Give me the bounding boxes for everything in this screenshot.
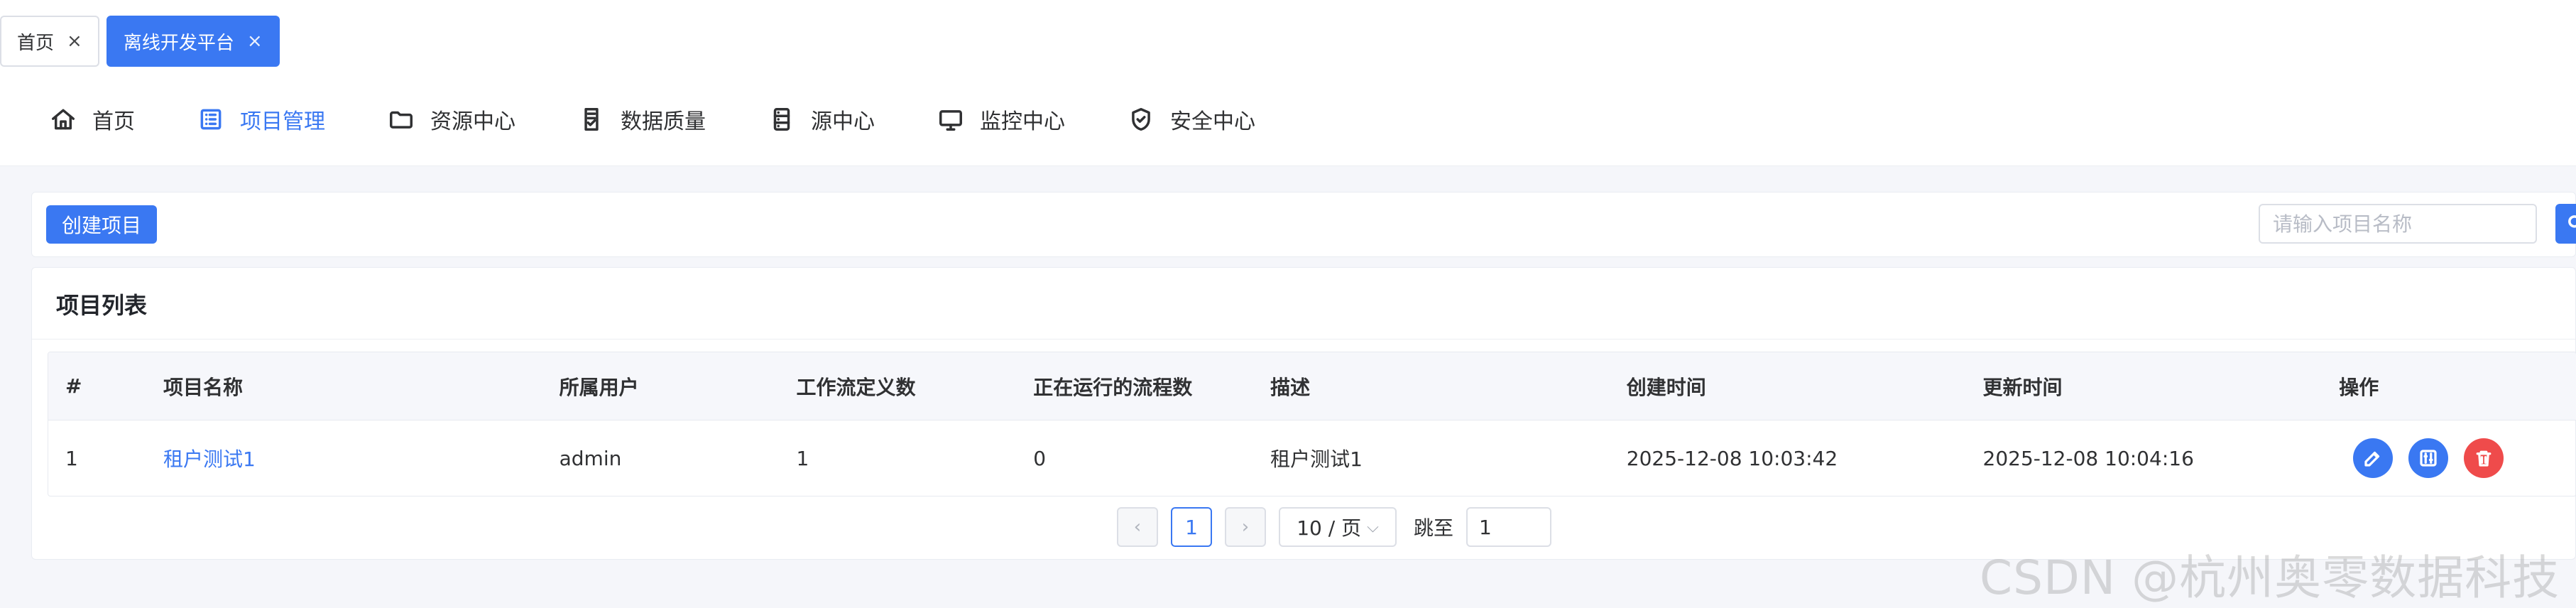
monitor-icon bbox=[937, 106, 964, 133]
home-icon bbox=[50, 106, 77, 133]
jump-label: 跳至 bbox=[1414, 516, 1454, 540]
nav-label: 源中心 bbox=[811, 109, 875, 134]
owner-cell: admin bbox=[559, 446, 622, 470]
running-count-cell: 0 bbox=[1033, 446, 1047, 470]
divider bbox=[32, 339, 2575, 340]
nav-label: 首页 bbox=[92, 109, 135, 134]
edit-icon bbox=[2364, 451, 2380, 467]
project-list-panel: 项目列表 # 项目名称 所属用户 工作流定义数 正在运行的流程数 描述 创建时间… bbox=[31, 267, 2576, 560]
toolbar: 创建项目 bbox=[31, 192, 2576, 257]
description-cell: 租户测试1 bbox=[1270, 447, 1363, 471]
column-header: 项目名称 bbox=[163, 375, 243, 399]
page-size-label: 10 / 页 bbox=[1297, 516, 1362, 540]
main-nav: 首页 项目管理 资源中心 数据质量 源中心 监控中心 安全中心 bbox=[50, 92, 1255, 146]
edit-button[interactable] bbox=[2353, 438, 2394, 478]
page-number[interactable]: 1 bbox=[1171, 507, 1212, 547]
folder-icon bbox=[388, 106, 415, 133]
column-header: 更新时间 bbox=[1982, 375, 2063, 399]
nav-item-data-quality[interactable]: 数据质量 bbox=[578, 104, 706, 135]
tab-label: 离线开发平台 bbox=[123, 32, 234, 54]
top-header: 首页 × 离线开发平台 × 首页 项目管理 资源中心 数据质量 源中心 监控中心… bbox=[0, 0, 2576, 166]
column-header: 正在运行的流程数 bbox=[1033, 375, 1193, 399]
column-header: # bbox=[65, 374, 82, 398]
nav-label: 项目管理 bbox=[240, 109, 325, 134]
close-icon[interactable]: × bbox=[247, 32, 263, 50]
page-size-select[interactable]: 10 / 页 ⌵ bbox=[1279, 507, 1397, 547]
table-row: 1 租户测试1 admin 1 0 租户测试1 2025-12-08 10:03… bbox=[48, 420, 2576, 496]
row-actions bbox=[2339, 438, 2576, 478]
column-header: 操作 bbox=[2339, 375, 2379, 399]
sliders-icon bbox=[2420, 450, 2437, 467]
create-project-button[interactable]: 创建项目 bbox=[46, 205, 157, 244]
project-name-link[interactable]: 租户测试1 bbox=[146, 444, 542, 472]
database-icon bbox=[768, 106, 795, 133]
list-icon bbox=[197, 106, 224, 133]
nav-label: 资源中心 bbox=[430, 109, 515, 134]
document-check-icon bbox=[578, 106, 605, 133]
close-icon[interactable]: × bbox=[67, 32, 82, 50]
column-header: 工作流定义数 bbox=[796, 375, 916, 399]
nav-item-project-management[interactable]: 项目管理 bbox=[197, 104, 325, 135]
nav-label: 安全中心 bbox=[1170, 109, 1255, 134]
column-header: 描述 bbox=[1270, 375, 1311, 399]
settings-button[interactable] bbox=[2408, 438, 2449, 478]
shield-check-icon bbox=[1128, 106, 1155, 133]
nav-item-home[interactable]: 首页 bbox=[50, 104, 135, 135]
created-time-cell: 2025-12-08 10:03:42 bbox=[1626, 446, 1838, 470]
pagination: ‹ 1 › 10 / 页 ⌵ 跳至 bbox=[1117, 506, 1552, 548]
tab-home[interactable]: 首页 × bbox=[0, 16, 99, 67]
delete-button[interactable] bbox=[2464, 438, 2504, 478]
column-header: 创建时间 bbox=[1626, 375, 1706, 399]
search-icon bbox=[2568, 215, 2576, 228]
chevron-down-icon: ⌵ bbox=[1367, 518, 1379, 536]
search-button[interactable] bbox=[2555, 204, 2576, 244]
jump-page-input[interactable] bbox=[1466, 507, 1552, 547]
next-page-button[interactable]: › bbox=[1225, 507, 1266, 547]
updated-time-cell: 2025-12-08 10:04:16 bbox=[1982, 446, 2194, 470]
nav-item-monitor-center[interactable]: 监控中心 bbox=[937, 104, 1065, 135]
table-header-row: # 项目名称 所属用户 工作流定义数 正在运行的流程数 描述 创建时间 更新时间… bbox=[48, 352, 2576, 420]
column-header: 所属用户 bbox=[559, 375, 639, 399]
project-search-input[interactable] bbox=[2259, 204, 2537, 244]
tab-offline-dev-platform[interactable]: 离线开发平台 × bbox=[106, 16, 280, 67]
nav-label: 数据质量 bbox=[621, 109, 706, 134]
page-tabs: 首页 × 离线开发平台 × bbox=[0, 16, 280, 68]
tab-label: 首页 bbox=[17, 32, 55, 54]
actions-cell bbox=[2322, 438, 2576, 478]
row-index: 1 bbox=[65, 446, 78, 470]
nav-label: 监控中心 bbox=[980, 109, 1065, 134]
trash-icon bbox=[2476, 450, 2492, 467]
panel-title: 项目列表 bbox=[56, 292, 148, 319]
workflow-count-cell: 1 bbox=[796, 446, 809, 470]
prev-page-button[interactable]: ‹ bbox=[1117, 507, 1158, 547]
nav-item-resource-center[interactable]: 资源中心 bbox=[388, 104, 515, 135]
project-table: # 项目名称 所属用户 工作流定义数 正在运行的流程数 描述 创建时间 更新时间… bbox=[48, 352, 2576, 496]
nav-item-security-center[interactable]: 安全中心 bbox=[1128, 104, 1255, 135]
nav-item-source-center[interactable]: 源中心 bbox=[768, 104, 875, 135]
